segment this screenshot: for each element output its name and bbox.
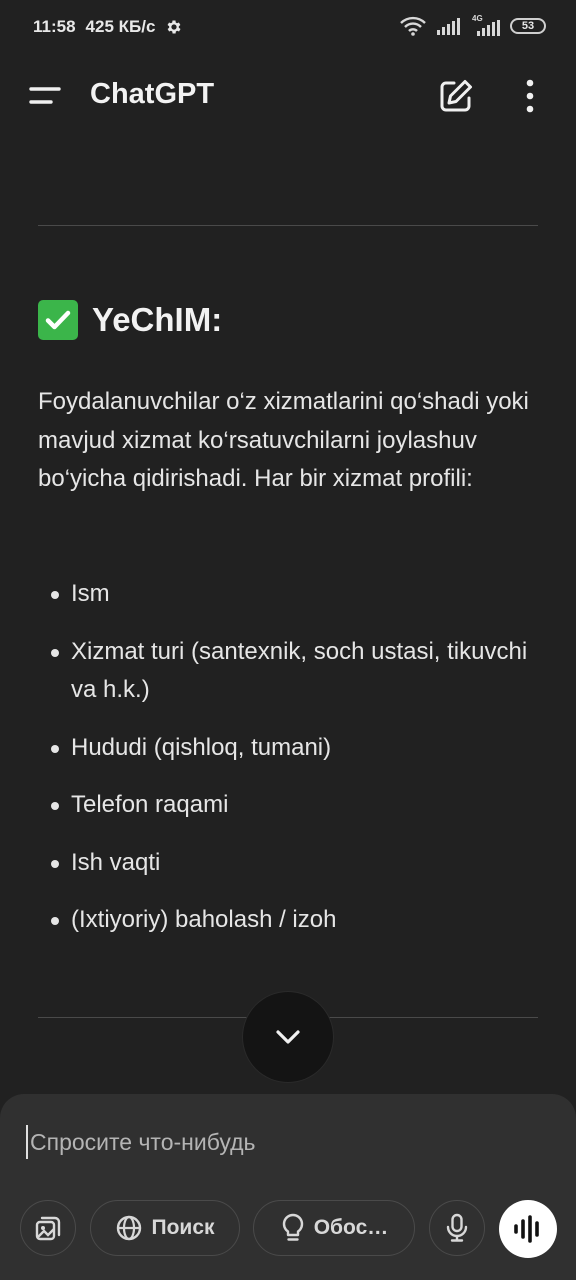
check-mark-button-icon bbox=[38, 300, 78, 340]
battery-indicator: 53 bbox=[510, 18, 546, 34]
hamburger-icon bbox=[29, 87, 61, 104]
dictation-button[interactable] bbox=[429, 1200, 485, 1256]
list-item: Ish vaqti bbox=[38, 844, 538, 883]
status-time: 11:58 bbox=[33, 17, 76, 36]
list-item: (Ixtiyoriy) baholash / izoh bbox=[38, 901, 538, 940]
gear-icon bbox=[167, 20, 181, 34]
microphone-icon bbox=[446, 1213, 468, 1242]
reason-label: Обос… bbox=[313, 1216, 389, 1239]
status-left: 11:58 425 КБ/с bbox=[33, 17, 183, 37]
menu-button[interactable] bbox=[28, 78, 64, 114]
status-bar: 11:58 425 КБ/с 4G 53 bbox=[0, 0, 576, 56]
wifi-icon bbox=[400, 16, 426, 36]
edit-icon bbox=[440, 80, 472, 112]
search-label: Поиск bbox=[151, 1216, 215, 1239]
message-divider bbox=[38, 225, 538, 226]
signal-icon bbox=[437, 18, 460, 35]
image-attach-icon bbox=[35, 1216, 61, 1241]
voice-mode-button[interactable] bbox=[499, 1200, 557, 1258]
voice-waveform-icon bbox=[514, 1215, 539, 1243]
bullet-list: Ism Xizmat turi (santexnik, soch ustasi,… bbox=[38, 575, 538, 959]
message-input[interactable]: Спросите что-нибудь bbox=[26, 1125, 530, 1159]
heading-text: YeChIM: bbox=[92, 301, 223, 338]
list-item: Xizmat turi (santexnik, soch ustasi, tik… bbox=[38, 633, 538, 710]
list-item: Telefon raqami bbox=[38, 786, 538, 825]
signal-icon bbox=[477, 20, 500, 36]
app-header: ChatGPT bbox=[0, 56, 576, 136]
search-button[interactable]: Поиск bbox=[90, 1200, 240, 1256]
list-item: Ism bbox=[38, 575, 538, 614]
message-paragraph: Foydalanuvchilar o‘z xizmatlarini qo‘sha… bbox=[38, 388, 529, 492]
globe-icon bbox=[117, 1215, 142, 1241]
status-right: 4G 53 bbox=[400, 14, 546, 36]
new-chat-button[interactable] bbox=[436, 76, 476, 116]
lightbulb-icon bbox=[282, 1213, 303, 1241]
status-network-speed: 425 КБ/с bbox=[85, 17, 156, 36]
chevron-down-icon bbox=[276, 1030, 300, 1044]
list-item: Hududi (qishloq, tumani) bbox=[38, 729, 538, 768]
signal-4g: 4G bbox=[470, 14, 500, 36]
app-title: ChatGPT bbox=[90, 78, 215, 110]
attach-image-button[interactable] bbox=[20, 1200, 76, 1256]
battery-level: 53 bbox=[521, 20, 535, 32]
more-options-button[interactable] bbox=[512, 76, 548, 116]
message-heading: YeChIM: bbox=[38, 300, 222, 340]
reason-button[interactable]: Обос… bbox=[253, 1200, 415, 1256]
more-vertical-icon bbox=[526, 79, 534, 113]
scroll-to-bottom-button[interactable] bbox=[243, 992, 333, 1082]
